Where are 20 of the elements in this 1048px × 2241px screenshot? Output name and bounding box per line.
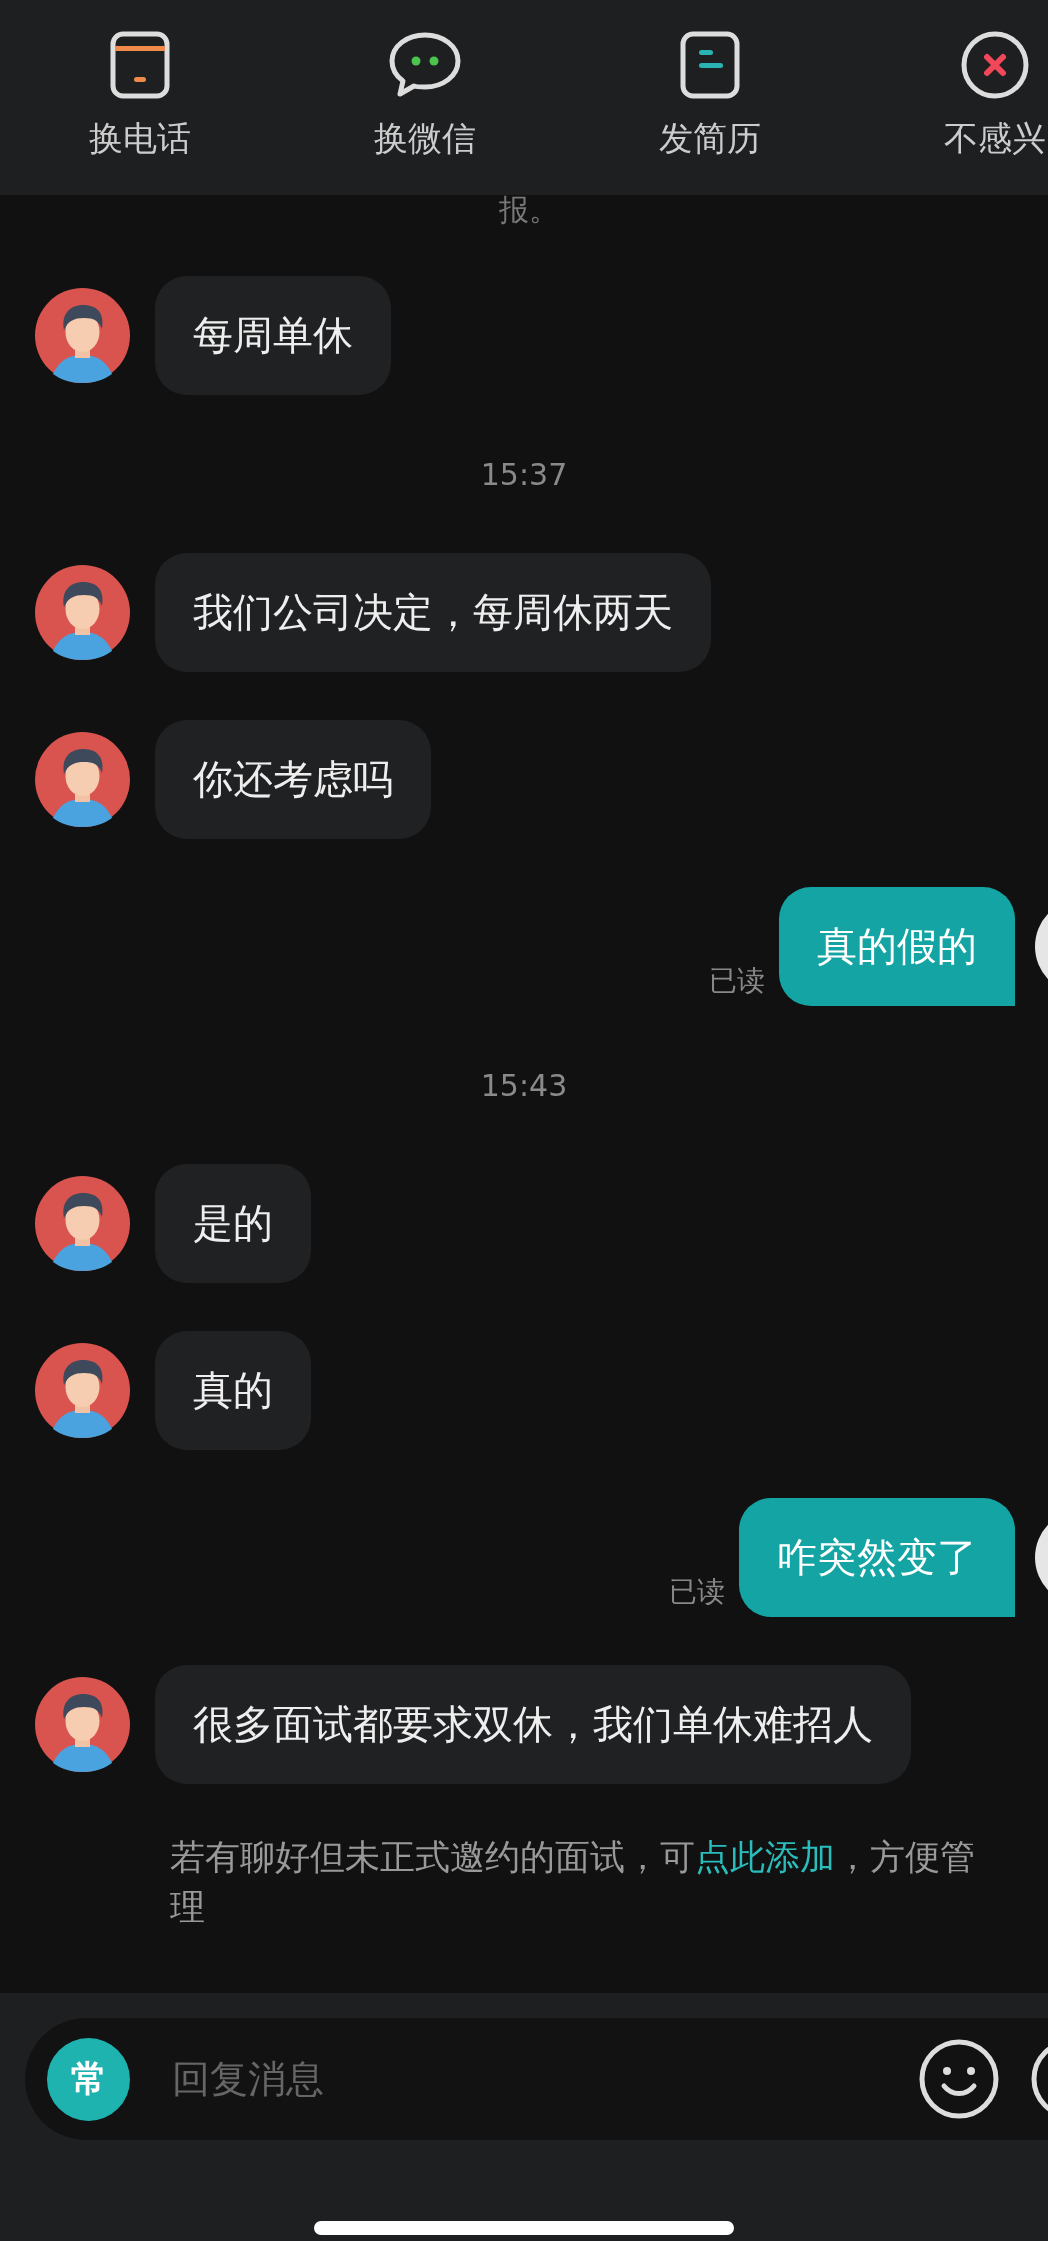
read-status: 已读 xyxy=(709,963,765,999)
timestamp: 15:37 xyxy=(480,456,568,492)
message-bubble: 我们公司决定，每周休两天 xyxy=(155,553,711,672)
message-bubble: 你还考虑吗 xyxy=(155,720,431,839)
input-placeholder: 回复消息 xyxy=(172,2055,325,2103)
action-button[interactable]: 发简历 xyxy=(610,0,810,195)
timestamp: 15:43 xyxy=(480,1067,568,1103)
action-button[interactable]: 换电话 xyxy=(40,0,240,195)
message-bubble: 每周单休 xyxy=(155,276,391,395)
add-link[interactable]: 点此添加 xyxy=(695,1837,835,1877)
message-bubble: 很多面试都要求双休，我们单休难招人 xyxy=(155,1665,911,1784)
action-button[interactable]: 换微信 xyxy=(325,0,525,195)
message-bubble: 咋突然变了 xyxy=(739,1498,1015,1617)
message-text: 报。 xyxy=(498,195,559,228)
action-button[interactable]: 不感兴 xyxy=(895,0,1048,195)
read-status: 已读 xyxy=(669,1574,725,1610)
message-bubble: 是的 xyxy=(155,1164,311,1283)
notice-text: 若有聊好但未正式邀约的面试，可点此添加，方便管理 xyxy=(169,1836,976,1929)
message-bubble: 真的假的 xyxy=(779,887,1015,1006)
message-bubble: 真的 xyxy=(155,1331,311,1450)
